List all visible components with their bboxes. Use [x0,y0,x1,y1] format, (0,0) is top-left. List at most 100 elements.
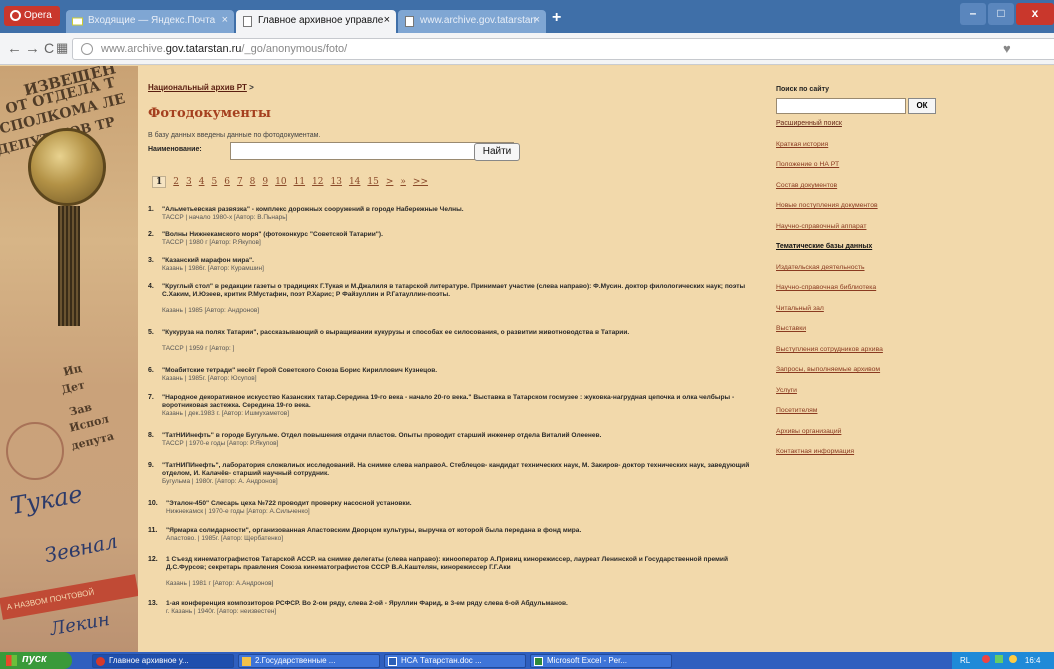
sidebar-link[interactable]: Запросы, выполняемые архивом [776,366,880,373]
opera-icon [96,657,105,666]
record-meta: г. Казань | 1940г. [Автор: неизвестен] [166,608,277,615]
page-link[interactable]: 2 [173,177,179,187]
sidebar-link[interactable]: Положение о НА РТ [776,161,839,168]
tab-label: www.archive.gov.tatarstan [420,15,536,26]
tray-icon[interactable] [1008,655,1017,663]
record-title[interactable]: "ТатНИПИнефть", лаборатория сложвлиых ис… [162,462,752,478]
tab-archive-main[interactable]: Главное архивное управле × [236,10,396,33]
taskbar-item-label: НСА Татарстан.doc ... [401,656,482,665]
sidebar-link[interactable]: Услуги [776,387,797,394]
sidebar-link[interactable]: Научно-справочная библиотека [776,284,876,291]
find-button[interactable]: Найти [474,143,520,161]
close-window-button[interactable]: x [1016,3,1054,25]
reload-icon[interactable]: C [44,40,54,56]
page-link[interactable]: 8 [250,177,256,187]
tab-close-icon[interactable]: × [222,14,228,26]
back-icon[interactable]: ← [7,40,22,57]
page-link[interactable]: 6 [224,177,230,187]
sidebar-link[interactable]: Новые поступления документов [776,202,878,209]
page-link[interactable]: 12 [312,177,323,187]
address-bar[interactable]: www.archive.gov.tatarstan.ru/_go/anonymo… [72,38,1054,60]
record-number: 9. [148,462,154,469]
record-title[interactable]: 1-ая конференция композиторов РСФСР. Во … [166,600,756,608]
tab-archive-site[interactable]: www.archive.gov.tatarstan × [398,10,546,33]
sidebar-link[interactable]: Выступления сотрудников архива [776,346,883,353]
site-search-input[interactable] [776,98,906,114]
sidebar-link[interactable]: Краткая история [776,141,828,148]
advanced-search-link[interactable]: Расширенный поиск [776,120,842,127]
opera-menu-button[interactable]: Opera [4,6,60,26]
clock: 16:4 [1024,656,1041,665]
sidebar-link[interactable]: Издательская деятельность [776,264,865,271]
page-link[interactable]: 10 [275,177,286,187]
forward-icon[interactable]: → [25,40,40,57]
tab-mail[interactable]: Входящие — Яндекс.Почта × [66,10,234,33]
tab-close-icon[interactable]: × [534,14,540,26]
record-title[interactable]: 1 Съезд кинематографистов Татарской АССР… [166,556,752,572]
header-collage-image: ИЗВЕЩЕН ОТ ОТДЕЛА Т СПОЛКОМА ЛЕ ДЕПУТАТО… [0,66,138,652]
record-title[interactable]: "Народное декоративное искусство Казанск… [162,394,752,410]
record-meta: Казань | 1985 [Автор: Андронов] [162,307,260,314]
opera-logo-icon [10,10,21,21]
maximize-button[interactable]: □ [988,3,1014,25]
tray-icon[interactable] [995,655,1004,663]
new-tab-button[interactable]: + [552,9,561,27]
taskbar-item[interactable]: НСА Татарстан.doc ... [384,654,526,668]
record-meta: Апастово. | 1985г. [Автор: Щербатенко] [166,535,284,542]
heart-icon[interactable]: ♥ [1003,41,1011,56]
name-search-input[interactable] [230,142,514,160]
breadcrumb-link[interactable]: Национальный архив РТ [148,83,247,92]
taskbar-item[interactable]: Microsoft Excel - Per... [530,654,672,668]
browser-navbar: ← → C ▦ www.archive.gov.tatarstan.ru/_go… [0,33,1054,65]
search-ok-button[interactable]: ОК [908,98,936,114]
url-domain: gov.tatarstan.ru [165,43,242,55]
record-title[interactable]: "Эталон-450" Слесарь цеха №722 проводит … [166,500,756,508]
sidebar-link[interactable]: Посетителям [776,407,817,414]
page-link[interactable]: 15 [367,177,378,187]
last-page-link[interactable]: >> [413,177,428,187]
record-title[interactable]: "Кукуруза на полях Татарии", рассказываю… [162,329,752,337]
sidebar-link[interactable]: Контактная информация [776,448,854,455]
page-link[interactable]: 14 [349,177,360,187]
start-button[interactable]: пуск [0,652,72,669]
page-link[interactable]: 4 [199,177,205,187]
record-title[interactable]: "Казанский марафон мира". [162,257,752,265]
tab-close-icon[interactable]: × [384,14,390,26]
page-link[interactable]: 9 [262,177,268,187]
record-title[interactable]: "Моабитские тетради" несёт Герой Советск… [162,367,752,375]
collage-text: Иц [62,361,84,379]
page-link[interactable]: 7 [237,177,243,187]
record-title[interactable]: "Ярмарка солидарности", организованная А… [166,527,756,535]
record-title[interactable]: "Альметьевская развязка" - комплекс доро… [162,206,752,214]
sidebar-link[interactable]: Читальный зал [776,305,824,312]
language-indicator[interactable]: RL [960,656,970,665]
record-meta: Бугульма | 1980г. [Автор: А. Андронов] [162,478,278,485]
page-link[interactable]: 3 [186,177,192,187]
record-number: 7. [148,394,154,401]
sidebar-link[interactable]: Состав документов [776,182,837,189]
page-link[interactable]: 11 [294,177,305,187]
tray-icon[interactable] [982,655,991,663]
strip-text: А НАЗВОМ ПОЧТОВОЙ [6,587,95,612]
record-title[interactable]: "Волны Нижнекамского моря" (фотоконкурс … [162,231,752,239]
speed-dial-icon[interactable]: ▦ [56,40,68,56]
intro-text: В базу данных введены данные по фотодоку… [148,132,321,139]
sidebar-link[interactable]: Выставки [776,325,806,332]
page-link: 1 [152,176,167,188]
record-number: 10. [148,500,158,507]
page-link[interactable]: 5 [211,177,217,187]
record-title[interactable]: "Круглый стол" в редакции газеты о тради… [162,283,752,299]
next-page-link[interactable]: > [386,177,394,187]
sidebar-link[interactable]: Научно-справочный аппарат [776,223,866,230]
record-number: 4. [148,283,154,290]
taskbar-item[interactable]: Главное архивное у... [92,654,234,668]
record-title[interactable]: "ТатНИИнефть" в городе Бугульме. Отдел п… [162,432,752,440]
next-group-link[interactable]: » [400,177,406,187]
taskbar: пуск Главное архивное у... 2.Государстве… [0,652,1054,669]
taskbar-item[interactable]: 2.Государственные ... [238,654,380,668]
tab-label: Главное архивное управле [258,15,384,26]
sidebar-link[interactable]: Архивы организаций [776,428,841,435]
minimize-button[interactable]: – [960,3,986,25]
page-link[interactable]: 13 [331,177,342,187]
sidebar-link-current[interactable]: Тематические базы данных [776,243,872,250]
